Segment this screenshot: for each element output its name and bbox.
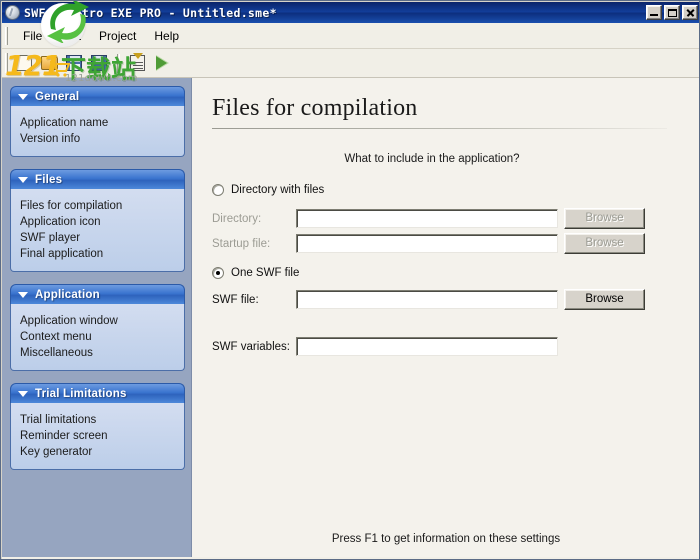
menu-item-project[interactable]: Project — [90, 26, 145, 46]
radio-checked-icon — [212, 267, 224, 279]
directory-label: Directory: — [212, 213, 296, 225]
chevron-down-icon — [18, 292, 28, 298]
sidebar-group-header-general[interactable]: General — [10, 86, 185, 106]
menu-item-help[interactable]: Help — [145, 26, 188, 46]
sidebar-group-general: General Application name Version info — [10, 86, 185, 157]
footer-hint: Press F1 to get information on these set… — [192, 533, 700, 545]
sidebar-item-files-for-compilation[interactable]: Files for compilation — [20, 198, 178, 214]
radio-one-swf-label: One SWF file — [231, 267, 299, 279]
sidebar: General Application name Version info Fi… — [2, 78, 192, 559]
sidebar-item-miscellaneous[interactable]: Miscellaneous — [20, 345, 178, 361]
sidebar-item-trial-limitations[interactable]: Trial limitations — [20, 412, 178, 428]
compile-button[interactable] — [125, 52, 149, 75]
sidebar-group-body-files: Files for compilation Application icon S… — [10, 189, 185, 272]
chevron-down-icon — [18, 391, 28, 397]
directory-browse-button[interactable]: Browse — [564, 208, 645, 229]
radio-directory-with-files[interactable]: Directory with files — [212, 184, 324, 196]
title-divider — [212, 128, 667, 129]
save-as-icon — [91, 55, 107, 71]
sidebar-group-title: Files — [35, 174, 62, 186]
directory-input[interactable] — [296, 209, 558, 228]
save-button[interactable] — [62, 52, 86, 75]
sidebar-item-final-application[interactable]: Final application — [20, 246, 178, 262]
menu-bar: File Edit Project Help — [2, 23, 700, 49]
radio-unchecked-icon — [212, 184, 224, 196]
menu-item-file[interactable]: File — [14, 26, 51, 46]
new-file-button[interactable] — [12, 52, 36, 75]
window-controls — [646, 5, 698, 20]
sidebar-group-body-application: Application window Context menu Miscella… — [10, 304, 185, 371]
page-title: Files for compilation — [212, 95, 418, 122]
save-as-button[interactable] — [87, 52, 111, 75]
application-window: SWF Maestro EXE PRO - Untitled.sme* File… — [0, 0, 700, 560]
sidebar-group-body-trial-limitations: Trial limitations Reminder screen Key ge… — [10, 403, 185, 470]
compile-icon — [130, 55, 145, 71]
title-bar: SWF Maestro EXE PRO - Untitled.sme* — [2, 2, 700, 23]
window-title: SWF Maestro EXE PRO - Untitled.sme* — [24, 6, 277, 20]
main-panel: Files for compilation What to include in… — [192, 78, 700, 559]
field-row-swf-variables: SWF variables: — [212, 337, 558, 356]
sidebar-item-context-menu[interactable]: Context menu — [20, 329, 178, 345]
sidebar-group-title: Application — [35, 289, 100, 301]
open-folder-icon — [41, 56, 58, 70]
menu-drag-grip[interactable] — [5, 27, 8, 45]
menu-item-edit[interactable]: Edit — [51, 26, 90, 46]
sidebar-group-title: General — [35, 91, 79, 103]
chevron-down-icon — [18, 94, 28, 100]
run-button[interactable] — [150, 52, 174, 75]
sidebar-item-application-window[interactable]: Application window — [20, 313, 178, 329]
startup-file-browse-button[interactable]: Browse — [564, 233, 645, 254]
minimize-button[interactable] — [646, 5, 662, 20]
sidebar-group-body-general: Application name Version info — [10, 106, 185, 157]
sidebar-item-swf-player[interactable]: SWF player — [20, 230, 178, 246]
sidebar-item-application-icon[interactable]: Application icon — [20, 214, 178, 230]
chevron-down-icon — [18, 177, 28, 183]
swf-file-browse-button[interactable]: Browse — [564, 289, 645, 310]
sidebar-group-trial-limitations: Trial Limitations Trial limitations Remi… — [10, 383, 185, 470]
field-row-directory: Directory: Browse — [212, 208, 645, 229]
swf-file-label: SWF file: — [212, 294, 296, 306]
radio-one-swf-file[interactable]: One SWF file — [212, 267, 299, 279]
toolbar-separator — [117, 54, 120, 73]
sidebar-group-header-application[interactable]: Application — [10, 284, 185, 304]
include-prompt: What to include in the application? — [192, 153, 672, 165]
toolbar-drag-grip[interactable] — [5, 53, 8, 73]
maximize-button[interactable] — [664, 5, 680, 20]
sidebar-group-header-trial-limitations[interactable]: Trial Limitations — [10, 383, 185, 403]
new-file-icon — [16, 55, 32, 71]
swf-variables-input[interactable] — [296, 337, 558, 356]
swf-variables-label: SWF variables: — [212, 341, 296, 353]
sidebar-item-version-info[interactable]: Version info — [20, 131, 178, 147]
open-file-button[interactable] — [37, 52, 61, 75]
startup-file-input[interactable] — [296, 234, 558, 253]
startup-file-label: Startup file: — [212, 238, 296, 250]
swf-file-input[interactable] — [296, 290, 558, 309]
field-row-startup-file: Startup file: Browse — [212, 233, 645, 254]
sidebar-item-reminder-screen[interactable]: Reminder screen — [20, 428, 178, 444]
sidebar-item-application-name[interactable]: Application name — [20, 115, 178, 131]
status-strip — [2, 557, 700, 559]
sidebar-group-title: Trial Limitations — [35, 388, 127, 400]
sidebar-group-application: Application Application window Context m… — [10, 284, 185, 371]
run-icon — [156, 55, 169, 71]
close-button[interactable] — [682, 5, 698, 20]
sidebar-group-header-files[interactable]: Files — [10, 169, 185, 189]
radio-directory-label: Directory with files — [231, 184, 324, 196]
sidebar-group-files: Files Files for compilation Application … — [10, 169, 185, 272]
app-disc-icon — [5, 5, 20, 20]
toolbar — [2, 49, 700, 78]
content-area: General Application name Version info Fi… — [2, 78, 700, 559]
sidebar-item-key-generator[interactable]: Key generator — [20, 444, 178, 460]
field-row-swf-file: SWF file: Browse — [212, 289, 645, 310]
save-icon — [66, 55, 82, 71]
